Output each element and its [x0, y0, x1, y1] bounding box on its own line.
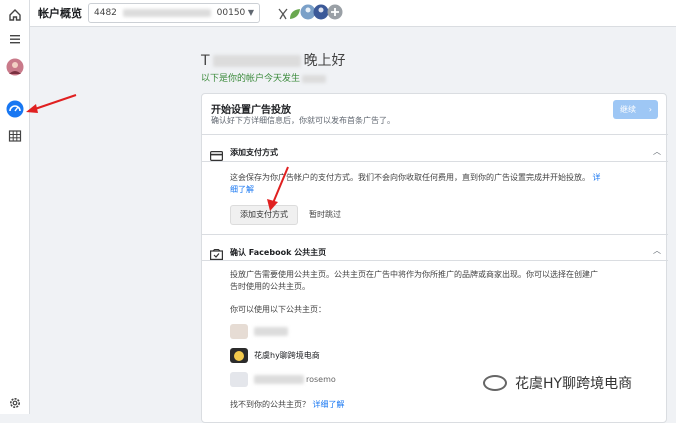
top-bar: 帐户概览 4482 00150 ▼: [30, 0, 676, 27]
page-avatar: [230, 372, 248, 387]
page-name-redacted: [254, 375, 304, 384]
account-id-redacted: [122, 8, 211, 17]
page-icon: [210, 245, 224, 260]
page-name: 花虞hy聊跨境电商: [254, 351, 320, 360]
account-selector[interactable]: 4482 00150 ▼: [88, 3, 260, 23]
divider: [202, 260, 668, 261]
add-payment-method-button[interactable]: 添加支付方式: [230, 205, 298, 225]
learn-more-link[interactable]: 详细了解: [313, 400, 345, 409]
chevron-down-icon: ▼: [247, 8, 254, 17]
page-name-redacted: [254, 327, 288, 336]
page-section-title: 确认 Facebook 公共主页: [230, 248, 327, 257]
account-id-prefix: 4482: [94, 8, 117, 18]
menu-icon[interactable]: [6, 30, 24, 48]
page-option[interactable]: rosemo: [230, 372, 336, 387]
table-icon[interactable]: [6, 127, 24, 145]
divider: [202, 134, 668, 135]
chevron-right-icon: ›: [648, 105, 652, 114]
credit-card-icon: [210, 146, 224, 162]
learn-more-link[interactable]: 细了解: [230, 184, 254, 196]
greeting-suffix: 晚上好: [303, 53, 346, 69]
setup-card-subtitle: 确认好下方详细信息后，你就可以发布首条广告了。: [211, 116, 395, 125]
available-pages-label: 你可以使用以下公共主页：: [230, 305, 326, 314]
greeting-prefix: T: [201, 53, 210, 69]
page-avatar: [230, 324, 248, 339]
account-id-suffix: 00150: [216, 8, 246, 18]
avatar[interactable]: [6, 58, 24, 76]
home-icon[interactable]: [6, 6, 24, 24]
page-option[interactable]: 花虞hy聊跨境电商: [230, 348, 320, 363]
chevron-up-icon[interactable]: ︿: [653, 146, 661, 157]
add-icon[interactable]: [327, 4, 343, 20]
skip-for-now-button[interactable]: 暂时跳过: [309, 209, 341, 220]
watermark: 花虞HY聊跨境电商: [483, 373, 632, 393]
divider: [202, 234, 668, 235]
gear-icon[interactable]: [6, 394, 24, 412]
setup-card-title: 开始设置广告投放: [211, 105, 291, 116]
payment-description: 这会保存为你广告帐户的支付方式。我们不会向你收取任何费用，直到你的广告设置完成并…: [230, 173, 601, 182]
greeting-subtitle: 以下是你的帐户今天发生: [201, 71, 327, 84]
page-option[interactable]: [230, 324, 288, 339]
page-not-found-text: 找不到你的公共主页？ 详细了解: [230, 400, 345, 409]
divider: [202, 161, 668, 162]
page-avatar: [230, 348, 248, 363]
greeting: T 晚上好: [201, 50, 346, 70]
chevron-up-icon[interactable]: ︿: [653, 245, 661, 256]
user-name-redacted: [212, 55, 301, 67]
wechat-icon: [483, 375, 507, 391]
page-title: 帐户概览: [38, 7, 82, 20]
learn-more-link-a[interactable]: 详: [593, 173, 601, 182]
page-description: 投放广告需要使用公共主页。公共主页在广告中将作为你所推广的品牌或商家出现。你可以…: [230, 270, 598, 291]
page-name: rosemo: [306, 375, 336, 384]
ads-manager-icon[interactable]: [6, 100, 24, 118]
continue-button[interactable]: 继续 ›: [613, 100, 658, 119]
payment-section-title: 添加支付方式: [230, 148, 278, 157]
left-sidebar: [0, 0, 30, 414]
